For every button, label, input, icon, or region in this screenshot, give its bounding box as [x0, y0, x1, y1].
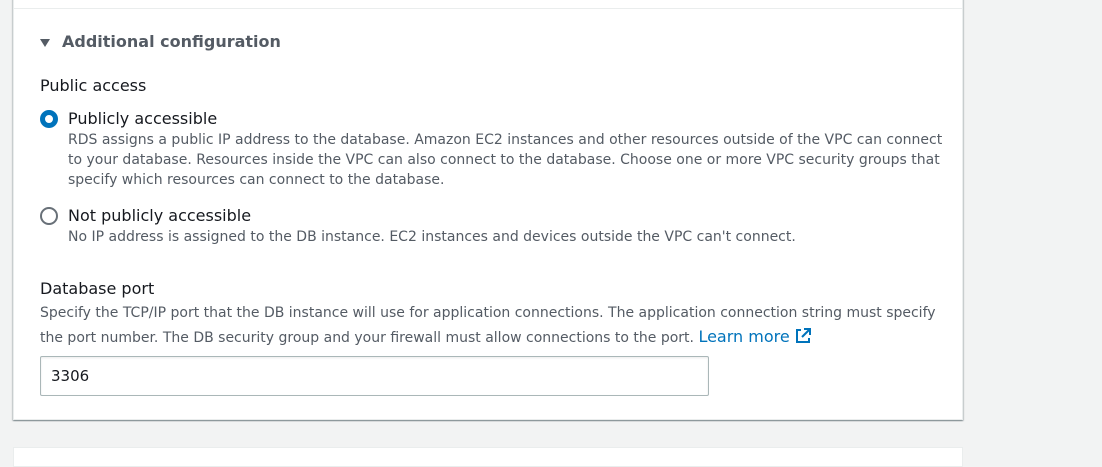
next-panel-edge: [13, 447, 963, 467]
radio-description-publicly-accessible: RDS assigns a public IP address to the d…: [68, 132, 943, 188]
additional-configuration-expander[interactable]: Additional configuration: [40, 32, 281, 51]
database-port-description: Specify the TCP/IP port that the DB inst…: [40, 301, 945, 352]
radio-label-not-publicly-accessible[interactable]: Not publicly accessible: [68, 205, 948, 227]
database-port-label: Database port: [40, 279, 155, 298]
caret-down-icon: [40, 38, 50, 47]
radio-description-not-publicly-accessible: No IP address is assigned to the DB inst…: [68, 229, 796, 245]
radio-option-not-publicly-accessible[interactable]: Not publicly accessible No IP address is…: [40, 205, 948, 247]
radio-button-publicly-accessible[interactable]: [40, 110, 58, 128]
learn-more-link[interactable]: Learn more: [698, 327, 811, 346]
additional-configuration-panel: Additional configuration Public access P…: [13, 0, 963, 420]
panel-divider: [14, 8, 962, 9]
learn-more-label[interactable]: Learn more: [698, 327, 789, 346]
radio-button-not-publicly-accessible[interactable]: [40, 207, 58, 225]
radio-option-publicly-accessible[interactable]: Publicly accessible RDS assigns a public…: [40, 108, 948, 190]
external-link-icon[interactable]: [794, 327, 812, 352]
database-port-input[interactable]: [40, 356, 709, 396]
expander-label: Additional configuration: [62, 32, 281, 51]
public-access-label: Public access: [40, 76, 147, 95]
radio-label-publicly-accessible[interactable]: Publicly accessible: [68, 108, 948, 130]
